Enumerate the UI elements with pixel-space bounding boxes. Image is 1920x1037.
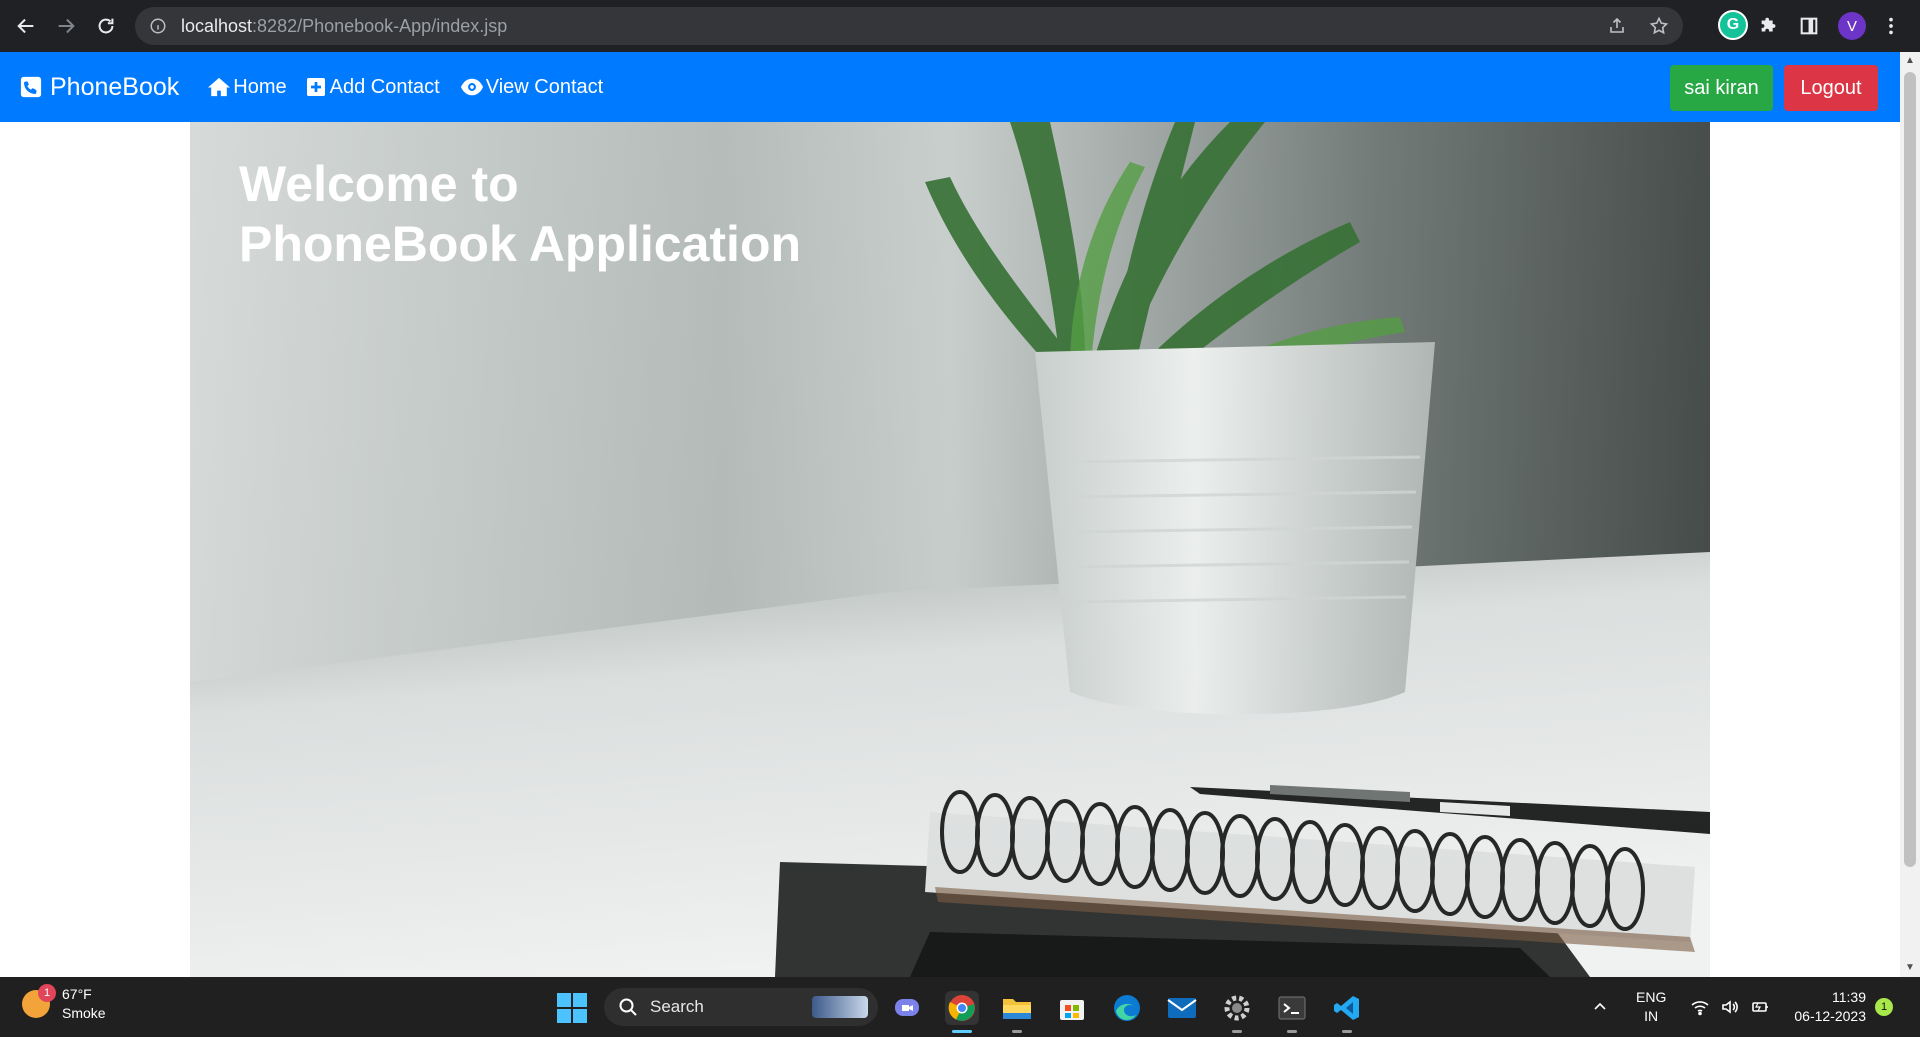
search-icon — [619, 998, 637, 1016]
info-icon[interactable] — [149, 17, 167, 35]
nav-add-contact-label: Add Contact — [329, 75, 440, 98]
arrow-left-icon — [17, 18, 34, 34]
hero-title-line1: Welcome to — [239, 156, 519, 212]
nav-home-label: Home — [233, 75, 287, 98]
weather-badge: 1 — [38, 984, 56, 1002]
side-panel-icon[interactable] — [1798, 10, 1820, 42]
nav-add-contact[interactable]: Add Contact — [306, 75, 440, 99]
scroll-down-arrow-icon[interactable]: ▼ — [1905, 963, 1915, 973]
app-navbar: PhoneBook Home Add Contact View Contact … — [0, 52, 1900, 122]
teams-chat-icon[interactable] — [890, 991, 924, 1025]
logout-button[interactable]: Logout — [1784, 65, 1878, 111]
hero-title-line2: PhoneBook Application — [239, 216, 802, 272]
taskbar-search[interactable]: Search — [604, 988, 878, 1026]
hero-title: Welcome to PhoneBook Application — [239, 154, 801, 274]
address-bar[interactable]: localhost:8282/Phonebook-App/index.jsp — [135, 7, 1683, 45]
start-button[interactable] — [555, 991, 589, 1025]
clock-time: 11:39 — [1832, 989, 1866, 1005]
windows-taskbar: 1 67°F Smoke Search ENG IN 11:39 06-12-2… — [0, 977, 1920, 1037]
reload-button[interactable] — [86, 6, 126, 46]
wifi-icon — [1691, 1001, 1709, 1016]
battery-icon — [1752, 1002, 1768, 1012]
home-icon — [208, 77, 231, 97]
chrome-taskbar-icon[interactable] — [945, 991, 979, 1033]
microsoft-store-icon[interactable] — [1055, 991, 1089, 1025]
terminal-icon[interactable] — [1275, 991, 1309, 1033]
file-explorer-icon[interactable] — [1000, 991, 1034, 1033]
edge-browser-icon[interactable] — [1110, 991, 1144, 1025]
brand-label: PhoneBook — [50, 72, 180, 101]
url-text: localhost:8282/Phonebook-App/index.jsp — [181, 15, 508, 36]
profile-avatar[interactable]: V — [1838, 12, 1866, 40]
weather-description: Smoke — [62, 1005, 106, 1021]
grammarly-extension-icon[interactable]: G — [1718, 10, 1748, 40]
system-tray-icons[interactable] — [1690, 977, 1770, 1037]
nav-home[interactable]: Home — [207, 75, 287, 99]
clock[interactable]: 11:39 06-12-2023 — [1786, 977, 1866, 1037]
user-button[interactable]: sai kiran — [1670, 65, 1773, 111]
weather-icon: 1 — [22, 984, 56, 1018]
hero-banner: Welcome to PhoneBook Application — [190, 122, 1710, 977]
weather-temperature: 67°F — [62, 986, 92, 1002]
plus-square-icon — [306, 78, 325, 96]
windows-logo-icon — [556, 992, 588, 1024]
weather-widget[interactable]: 1 67°F Smoke — [22, 984, 106, 1023]
forward-button[interactable] — [46, 6, 86, 46]
nav-view-contact-label: View Contact — [485, 75, 604, 98]
volume-icon — [1722, 1000, 1738, 1014]
language-region: IN — [1644, 1008, 1659, 1024]
clock-date: 06-12-2023 — [1794, 1008, 1866, 1024]
extensions-icon[interactable] — [1758, 10, 1780, 42]
bookmark-star-icon[interactable] — [1649, 16, 1669, 36]
nav-view-contact[interactable]: View Contact — [460, 76, 603, 99]
chevron-up-icon — [1594, 1002, 1606, 1010]
language-indicator[interactable]: ENG IN — [1636, 977, 1666, 1037]
search-highlight-image — [812, 996, 868, 1018]
page-content: Welcome to PhoneBook Application — [0, 122, 1900, 977]
search-label: Search — [650, 997, 704, 1016]
language-code: ENG — [1636, 989, 1667, 1005]
notification-badge[interactable]: 1 — [1875, 998, 1893, 1016]
eye-icon — [460, 78, 483, 96]
share-icon[interactable] — [1607, 16, 1627, 36]
page-scrollbar[interactable]: ▲ ▼ — [1900, 52, 1920, 977]
arrow-right-icon — [58, 18, 75, 34]
mail-icon[interactable] — [1165, 991, 1199, 1025]
scroll-up-arrow-icon[interactable]: ▲ — [1905, 56, 1915, 66]
reload-icon — [98, 18, 114, 34]
vscode-icon[interactable] — [1330, 991, 1364, 1033]
browser-toolbar: localhost:8282/Phonebook-App/index.jsp G… — [0, 0, 1920, 52]
show-hidden-icons[interactable] — [1592, 977, 1608, 1037]
settings-gear-icon[interactable] — [1220, 991, 1254, 1033]
back-button[interactable] — [6, 6, 46, 46]
scrollbar-thumb[interactable] — [1904, 72, 1916, 867]
phone-square-icon — [20, 76, 42, 98]
brand-link[interactable]: PhoneBook — [20, 73, 179, 102]
menu-kebab-icon[interactable] — [1880, 10, 1902, 42]
